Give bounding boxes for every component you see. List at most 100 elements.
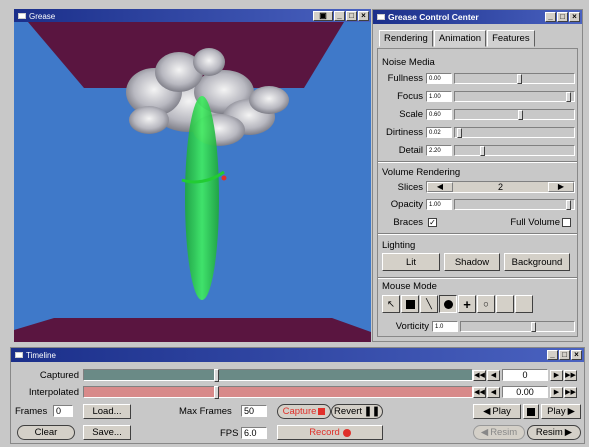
- noise-row-slider-thumb[interactable]: [518, 109, 524, 120]
- noise-row-label: Dirtiness: [386, 126, 423, 138]
- tab-rendering[interactable]: Rendering: [379, 30, 433, 47]
- slices-increment-button[interactable]: ▶: [548, 182, 574, 192]
- lighting-title: Lighting: [382, 240, 416, 251]
- max-frames-field[interactable]: 50: [241, 405, 267, 417]
- maximize-button[interactable]: □: [559, 350, 570, 360]
- full-volume-checkbox[interactable]: [562, 217, 571, 227]
- close-button[interactable]: ×: [358, 11, 369, 21]
- circle-tool-icon[interactable]: [439, 295, 457, 313]
- max-frames-label: Max Frames: [179, 406, 232, 417]
- square-tool-icon[interactable]: [401, 295, 419, 313]
- step-forward-button[interactable]: ▶: [550, 370, 563, 381]
- noise-row-slider-thumb[interactable]: [517, 73, 523, 84]
- interpolated-frame-field[interactable]: 0.00: [502, 386, 548, 398]
- resim-forward-button[interactable]: Resim ▶: [527, 425, 581, 440]
- play-backward-button[interactable]: ◀ Play: [473, 404, 521, 419]
- clear-button[interactable]: Clear: [17, 425, 75, 440]
- forward-end-button[interactable]: ▶▶: [564, 370, 577, 381]
- vorticity-slider[interactable]: [460, 320, 575, 332]
- slices-spinner[interactable]: ◀ 2 ▶: [426, 181, 575, 193]
- captured-track[interactable]: [83, 369, 473, 382]
- viewport-titlebar: Grease ▣ _ □ ×: [14, 9, 371, 23]
- minimize-button[interactable]: _: [545, 12, 556, 22]
- divider: [378, 277, 577, 279]
- step-forward-button[interactable]: ▶: [550, 387, 563, 398]
- forward-end-button[interactable]: ▶▶: [564, 387, 577, 398]
- play-forward-icon: ▶: [567, 406, 575, 417]
- lit-button[interactable]: Lit: [382, 253, 440, 271]
- opacity-value[interactable]: 1.00: [426, 198, 452, 210]
- empty-tool-slot[interactable]: [515, 295, 533, 313]
- noise-row-slider[interactable]: [454, 144, 575, 156]
- play-forward-button[interactable]: Play ▶: [541, 404, 581, 419]
- ring-tool-icon[interactable]: ○: [477, 295, 495, 313]
- fps-field[interactable]: 6.0: [241, 427, 267, 439]
- minimize-button[interactable]: _: [547, 350, 558, 360]
- timeline-titlebar: Timeline _ □ ×: [11, 348, 584, 362]
- noise-row-slider[interactable]: [454, 126, 575, 138]
- opacity-slider-thumb[interactable]: [565, 199, 571, 210]
- empty-tool-slot[interactable]: [496, 295, 514, 313]
- noise-row: Focus 1.00: [380, 89, 575, 103]
- play-backward-icon: ◀: [483, 406, 491, 417]
- timeline-window: Timeline _ □ × Captured ◀◀ ◀ 0 ▶ ▶▶ Inte…: [10, 347, 585, 444]
- noise-row-value[interactable]: 2.20: [426, 144, 452, 156]
- noise-row-slider[interactable]: [454, 90, 575, 102]
- step-back-button[interactable]: ◀: [487, 387, 500, 398]
- resim-backward-button[interactable]: ◀ Resim: [473, 425, 525, 440]
- noise-row-slider[interactable]: [454, 108, 575, 120]
- vorticity-label: Vorticity: [395, 320, 429, 332]
- tab-animation[interactable]: Animation: [433, 30, 487, 47]
- background-button[interactable]: Background: [504, 253, 570, 271]
- tab-features[interactable]: Features: [487, 30, 535, 47]
- close-button[interactable]: ×: [569, 12, 580, 22]
- load-button[interactable]: Load...: [83, 404, 131, 419]
- line-tool-icon[interactable]: ╲: [420, 295, 438, 313]
- cursor-tool-icon[interactable]: ↖: [382, 295, 400, 313]
- minimize-button[interactable]: _: [334, 11, 345, 21]
- noise-row-slider-thumb[interactable]: [479, 145, 485, 156]
- vorticity-slider-thumb[interactable]: [530, 321, 536, 332]
- slices-decrement-button[interactable]: ◀: [427, 182, 453, 192]
- record-button[interactable]: Record: [277, 425, 383, 440]
- step-back-button[interactable]: ◀: [487, 370, 500, 381]
- noise-row-slider[interactable]: [454, 72, 575, 84]
- noise-row-value[interactable]: 0.60: [426, 108, 452, 120]
- maximize-button[interactable]: □: [346, 11, 357, 21]
- noise-row-label: Focus: [397, 90, 423, 102]
- noise-row-value[interactable]: 0.00: [426, 72, 452, 84]
- stop-button[interactable]: [523, 404, 539, 419]
- captured-track-thumb[interactable]: [213, 369, 219, 382]
- interpolated-label: Interpolated: [28, 387, 79, 398]
- opacity-slider[interactable]: [454, 198, 575, 210]
- camera-icon[interactable]: ▣: [313, 11, 333, 21]
- interpolated-track[interactable]: [83, 386, 473, 399]
- noise-row-value[interactable]: 0.02: [426, 126, 452, 138]
- braces-label: Braces: [393, 216, 423, 228]
- 3d-viewport[interactable]: [14, 22, 371, 342]
- maximize-button[interactable]: □: [557, 12, 568, 22]
- capture-button[interactable]: Capture: [277, 404, 331, 419]
- volume-rendering-title: Volume Rendering: [382, 167, 461, 178]
- cc-titlebar: Grease Control Center _ □ ×: [373, 10, 582, 24]
- close-button[interactable]: ×: [571, 350, 582, 360]
- plus-tool-icon[interactable]: +: [458, 295, 476, 313]
- rewind-start-button[interactable]: ◀◀: [473, 370, 486, 381]
- record-label: Record: [309, 427, 340, 438]
- noise-row-value[interactable]: 1.00: [426, 90, 452, 102]
- frames-label: Frames: [15, 406, 48, 417]
- shadow-button[interactable]: Shadow: [444, 253, 500, 271]
- revert-button[interactable]: Revert ❚❚: [331, 404, 383, 419]
- cc-tabs: Rendering Animation Features: [379, 30, 536, 47]
- frames-field[interactable]: 0: [53, 405, 73, 417]
- rewind-start-button[interactable]: ◀◀: [473, 387, 486, 398]
- save-button[interactable]: Save...: [83, 425, 131, 440]
- noise-row-slider-thumb[interactable]: [565, 91, 571, 102]
- noise-row-slider-thumb[interactable]: [457, 127, 463, 138]
- vorticity-value[interactable]: 1.0: [432, 320, 458, 332]
- revert-label: Revert: [334, 406, 363, 417]
- braces-checkbox[interactable]: ✓: [428, 217, 437, 227]
- scene-render[interactable]: [14, 22, 371, 342]
- interpolated-track-thumb[interactable]: [213, 386, 219, 399]
- captured-frame-field[interactable]: 0: [502, 369, 548, 381]
